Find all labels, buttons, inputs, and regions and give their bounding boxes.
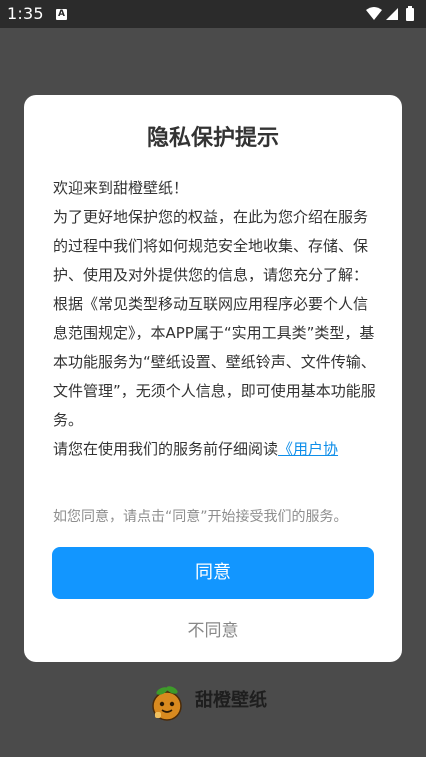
- battery-cap-icon: [408, 6, 412, 8]
- user-agreement-link[interactable]: 《用户协: [278, 440, 338, 458]
- consent-note: 如您同意，请点击“同意”开始接受我们的服务。: [53, 509, 348, 525]
- disagree-button[interactable]: 不同意: [52, 613, 374, 649]
- intro-paragraph: 为了更好地保护您的权益，在此为您介绍在服务的过程中我们将如何规范安全地收集、存储…: [53, 208, 369, 284]
- regulation-paragraph: 根据《常见类型移动互联网应用程序必要个人信息范围规定》，本APP属于“实用工具类…: [53, 295, 376, 429]
- signal-icon: [386, 8, 398, 20]
- welcome-paragraph: 欢迎来到甜橙壁纸！: [53, 179, 189, 197]
- status-icons: [364, 5, 420, 23]
- brand-name: 甜橙壁纸: [195, 690, 267, 711]
- agree-button[interactable]: 同意: [52, 547, 374, 599]
- battery-icon: [406, 8, 414, 21]
- status-time: 1:35: [7, 4, 44, 23]
- status-bar: 1:35 A: [0, 0, 426, 28]
- a-letter-glyph: A: [58, 9, 65, 19]
- read-prompt-text: 请您在使用我们的服务前仔细阅读: [53, 440, 279, 458]
- orange-mascot-icon: [152, 686, 182, 721]
- wifi-icon: [366, 7, 382, 20]
- dialog-title: 隐私保护提示: [146, 126, 279, 151]
- a-letter-icon: A: [56, 9, 67, 20]
- read-prompt-paragraph: 请您在使用我们的服务前仔细阅读《用户协: [53, 435, 377, 464]
- privacy-text-scroll[interactable]: 欢迎来到甜橙壁纸！ 为了更好地保护您的权益，在此为您介绍在服务的过程中我们将如何…: [53, 174, 377, 497]
- privacy-dialog: 隐私保护提示 欢迎来到甜橙壁纸！ 为了更好地保护您的权益，在此为您介绍在服务的过…: [24, 95, 402, 662]
